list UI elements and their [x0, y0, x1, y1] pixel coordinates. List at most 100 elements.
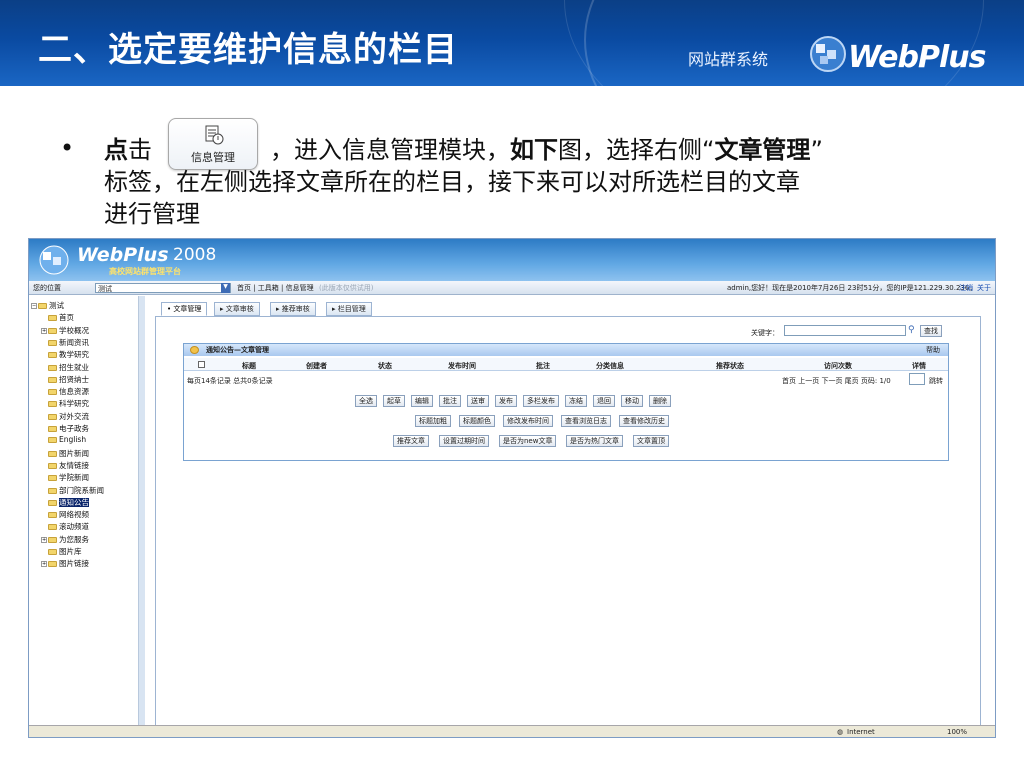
tree-item[interactable]: 学院新闻	[41, 472, 89, 483]
grid-column-header[interactable]: 状态	[378, 361, 392, 371]
tree-item[interactable]: 信息资源	[41, 386, 89, 397]
internet-zone-icon: ◍	[837, 728, 844, 736]
tree-item[interactable]: 图片新闻	[41, 448, 89, 459]
action-button[interactable]: 编辑	[411, 395, 433, 407]
app-logo-icon	[39, 245, 69, 275]
expand-icon[interactable]: +	[41, 327, 47, 334]
tree-item[interactable]: 友情链接	[41, 460, 89, 471]
action-button[interactable]: 查看修改历史	[619, 415, 669, 427]
action-button[interactable]: 多栏发布	[523, 395, 559, 407]
tree-item[interactable]: 招生就业	[41, 362, 89, 373]
tab-2[interactable]: ▸ 推荐审核	[270, 302, 316, 316]
keyword-input[interactable]	[784, 325, 906, 336]
pager[interactable]: 首页 上一页 下一页 尾页 页码: 1/0	[782, 376, 891, 386]
action-button[interactable]: 冻结	[565, 395, 587, 407]
system-name: 网站群系统	[688, 50, 769, 69]
help-link[interactable]: 帮助	[926, 344, 940, 356]
tree-item[interactable]: 电子政务	[41, 423, 89, 434]
instruction-text: 图，选择右侧“	[558, 136, 715, 164]
app-screenshot: WebPlus 2008 高校网站群管理平台 您的位置 测试 ▼ 首页 | 工具…	[28, 238, 996, 738]
tree-item[interactable]: 对外交流	[41, 411, 89, 422]
action-button[interactable]: 标题颜色	[459, 415, 495, 427]
tree-item[interactable]: + 图片链接	[41, 558, 89, 569]
grid-column-header[interactable]: 推荐状态	[716, 361, 744, 371]
breadcrumb-note: (此版本仅供试用)	[319, 284, 374, 292]
tree-item-label: 信息资源	[59, 387, 89, 397]
tree-item[interactable]: English	[41, 435, 86, 444]
grid-title: 通知公告—文章管理 帮助	[184, 344, 948, 356]
action-button[interactable]: 发布	[495, 395, 517, 407]
action-button[interactable]: 全选	[355, 395, 377, 407]
grid-column-header[interactable]: 分类信息	[596, 361, 624, 371]
grid-column-header[interactable]: 创建者	[306, 361, 327, 371]
location-label: 您的位置	[33, 284, 61, 292]
tree-item[interactable]: 网络视频	[41, 509, 89, 520]
breadcrumb[interactable]: 首页 | 工具箱 | 信息管理	[237, 283, 314, 293]
collapse-icon[interactable]: −	[31, 303, 37, 309]
action-button[interactable]: 退回	[593, 395, 615, 407]
tab-0[interactable]: • 文章管理	[161, 302, 208, 316]
grid-column-header[interactable]: 标题	[242, 361, 256, 371]
record-info: 每页14条记录 总共0条记录	[187, 377, 273, 385]
info-management-icon	[205, 125, 224, 145]
action-button[interactable]: 推荐文章	[393, 435, 429, 447]
tree-item[interactable]: 图片库	[41, 546, 82, 557]
folder-icon	[48, 352, 57, 359]
tree-item[interactable]: 新闻资讯	[41, 337, 89, 348]
grid-column-header[interactable]: 发布时间	[448, 361, 476, 371]
action-button[interactable]: 删除	[649, 395, 671, 407]
tree-item[interactable]: 部门院系新闻	[41, 485, 104, 496]
tree-item[interactable]: + 为您服务	[41, 534, 89, 545]
grid-title-icon	[190, 346, 199, 354]
action-button[interactable]: 移动	[621, 395, 643, 407]
folder-icon	[48, 327, 57, 334]
tree-item-label: 滚动频道	[59, 522, 89, 532]
tree-item[interactable]: + 学校概况	[41, 325, 89, 336]
tree-splitter[interactable]	[139, 296, 145, 726]
grid-column-header[interactable]: 批注	[536, 361, 550, 371]
search-button[interactable]: 查找	[920, 325, 942, 337]
instruction-text: ”	[810, 136, 823, 164]
action-button[interactable]: 文章置顶	[633, 435, 669, 447]
select-all-checkbox[interactable]	[198, 361, 205, 368]
tree-item-label: 学院新闻	[59, 473, 89, 483]
action-button[interactable]: 送审	[467, 395, 489, 407]
grid-column-header[interactable]: 访问次数	[824, 361, 852, 371]
tree-item[interactable]: 滚动频道	[41, 521, 89, 532]
jump-button[interactable]: 跳转	[929, 376, 943, 386]
folder-icon	[48, 487, 57, 494]
action-button[interactable]: 是否为new文章	[499, 435, 557, 447]
about-link[interactable]: 关于	[977, 283, 991, 293]
folder-icon	[48, 512, 57, 519]
tree-item[interactable]: 通知公告	[41, 497, 89, 508]
action-button[interactable]: 标题加粗	[415, 415, 451, 427]
folder-icon	[48, 561, 57, 568]
tree-item-label: 图片链接	[59, 559, 89, 569]
tree-item-label: 新闻资讯	[59, 337, 89, 347]
tree-item[interactable]: 教学研究	[41, 349, 89, 360]
expand-icon[interactable]: +	[41, 536, 47, 543]
logout-link[interactable]: 注销	[959, 283, 973, 293]
folder-icon	[48, 376, 57, 383]
instruction-line-2: 标签，在左侧选择文章所在的栏目，接下来可以对所选栏目的文章	[104, 168, 800, 196]
tab-1[interactable]: ▸ 文章审核	[214, 302, 260, 316]
action-button[interactable]: 设置过期时间	[439, 435, 489, 447]
location-select[interactable]: 测试 ▼	[95, 283, 231, 293]
tree-item-label: 网络视频	[59, 510, 89, 520]
expand-icon[interactable]: +	[41, 561, 47, 568]
tree-item[interactable]: 首页	[41, 312, 74, 323]
tab-3[interactable]: ▸ 栏目管理	[326, 302, 372, 316]
zoom-level[interactable]: 100%	[947, 728, 967, 736]
folder-icon	[48, 475, 57, 482]
tree-item[interactable]: 科学研究	[41, 398, 89, 409]
tree-item[interactable]: − 测试	[31, 300, 64, 311]
action-button[interactable]: 是否为热门文章	[566, 435, 623, 447]
action-button[interactable]: 修改发布时间	[503, 415, 553, 427]
action-button[interactable]: 查看浏览日志	[561, 415, 611, 427]
grid-column-header[interactable]: 详情	[912, 361, 926, 371]
tree-item[interactable]: 招贤纳士	[41, 374, 89, 385]
action-button[interactable]: 批注	[439, 395, 461, 407]
action-button[interactable]: 起草	[383, 395, 405, 407]
page-number-input[interactable]	[909, 373, 925, 385]
grid-header: 标题 创建者 状态 发布时间 批注 分类信息 推荐状态 访问次数 详情	[184, 358, 948, 371]
